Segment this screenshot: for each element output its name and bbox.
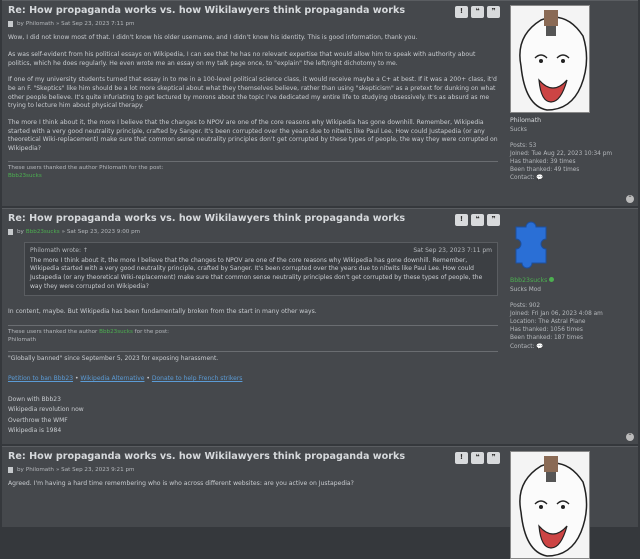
thanks-box: These users thanked the author Bbb23suck… — [8, 324, 498, 345]
post-author-line: by Philomath » Sat Sep 23, 2023 9:21 pm — [8, 467, 498, 475]
report-button[interactable]: ! — [455, 6, 468, 18]
back-to-top-icon[interactable]: ⌃ — [626, 195, 634, 203]
post-content: Agreed. I'm having a hard time rememberi… — [8, 480, 354, 488]
author-link[interactable]: Philomath — [26, 21, 54, 29]
author-link[interactable]: Bbb23sucks — [26, 229, 60, 237]
report-button[interactable]: ! — [455, 452, 468, 464]
back-to-top-icon[interactable]: ⌃ — [626, 433, 634, 441]
author-profile: Philomath Sucks Posts: 53 Joined: Tue Au… — [510, 5, 634, 183]
quote-button[interactable]: ❝ — [471, 6, 484, 18]
quote-block: Philomath wrote: ↑ Sat Sep 23, 2023 7:11… — [24, 242, 498, 297]
post-link-icon[interactable] — [8, 229, 13, 236]
wojak-avatar-icon — [511, 6, 589, 112]
quote-button[interactable]: ❝ — [471, 452, 484, 464]
avatar[interactable] — [510, 213, 554, 273]
post-title[interactable]: Re: How propaganda works vs. how Wikilaw… — [8, 451, 498, 463]
quote-text: The more I think about it, the more I be… — [30, 256, 483, 290]
post-actions: ! ❝ ❞ — [455, 452, 500, 464]
puzzle-piece-icon — [515, 221, 547, 269]
author-link[interactable]: Philomath — [26, 467, 54, 475]
thanks-button[interactable]: ❞ — [487, 6, 500, 18]
contact-icon[interactable]: 💬 — [536, 175, 543, 181]
post-link-icon[interactable] — [8, 21, 13, 28]
signature: "Globally banned" since September 5, 202… — [8, 350, 498, 436]
avatar[interactable] — [510, 5, 590, 113]
post-2: Re: How propaganda works vs. how Wikilaw… — [2, 208, 638, 444]
profile-username[interactable]: Bbb23sucks — [510, 277, 547, 284]
sig-link-alternative[interactable]: Wikipedia Alternative — [80, 375, 144, 382]
post-body: Re: How propaganda works vs. how Wikilaw… — [8, 451, 498, 497]
post-author-line: by Bbb23sucks » Sat Sep 23, 2023 9:00 pm — [8, 229, 498, 237]
thanks-box: These users thanked the author Philomath… — [8, 161, 498, 181]
sig-link-donate[interactable]: Donate to help French strikers — [152, 375, 243, 382]
profile-stats: Posts: 53 Joined: Tue Aug 22, 2023 10:34… — [510, 143, 613, 182]
profile-username[interactable]: Philomath — [510, 117, 634, 126]
online-status-icon — [549, 277, 555, 282]
thanks-button[interactable]: ❞ — [487, 452, 500, 464]
contact-icon[interactable]: 💬 — [536, 344, 543, 350]
profile-rank: Sucks Mod — [510, 286, 541, 293]
post-1: Re: How propaganda works vs. how Wikilaw… — [2, 0, 638, 206]
post-link-icon[interactable] — [8, 467, 13, 474]
avatar[interactable] — [510, 451, 590, 559]
post-body: Re: How propaganda works vs. how Wikilaw… — [8, 5, 498, 181]
post-title[interactable]: Re: How propaganda works vs. how Wikilaw… — [8, 213, 498, 225]
author-profile — [510, 451, 634, 559]
post-title[interactable]: Re: How propaganda works vs. how Wikilaw… — [8, 5, 498, 17]
thanked-user[interactable]: Bbb23sucks — [8, 173, 498, 181]
report-button[interactable]: ! — [455, 214, 468, 226]
post-body: Re: How propaganda works vs. how Wikilaw… — [8, 213, 498, 438]
quote-button[interactable]: ❝ — [471, 214, 484, 226]
post-author-line: by Philomath » Sat Sep 23, 2023 7:11 pm — [8, 21, 498, 29]
post-3: Re: How propaganda works vs. how Wikilaw… — [2, 446, 638, 559]
author-profile: Bbb23sucks Sucks Mod Posts: 902 Joined: … — [510, 213, 634, 351]
post-actions: ! ❝ ❞ — [455, 214, 500, 226]
profile-rank: Sucks — [510, 126, 527, 133]
post-actions: ! ❝ ❞ — [455, 6, 500, 18]
quote-author[interactable]: Philomath wrote: ↑ — [30, 247, 88, 256]
post-content: Wow, I did not know most of that. I didn… — [8, 34, 498, 152]
post-content: In content, maybe. But Wikipedia has bee… — [8, 308, 317, 316]
quote-date: Sat Sep 23, 2023 7:11 pm — [413, 247, 492, 255]
profile-stats: Posts: 902 Joined: Fri Jan 06, 2023 4:08… — [510, 303, 603, 350]
wojak-avatar-icon — [511, 452, 589, 558]
thanks-button[interactable]: ❞ — [487, 214, 500, 226]
sig-link-petition[interactable]: Petition to ban Bbb23 — [8, 375, 73, 382]
thanked-user[interactable]: Philomath — [8, 337, 498, 345]
